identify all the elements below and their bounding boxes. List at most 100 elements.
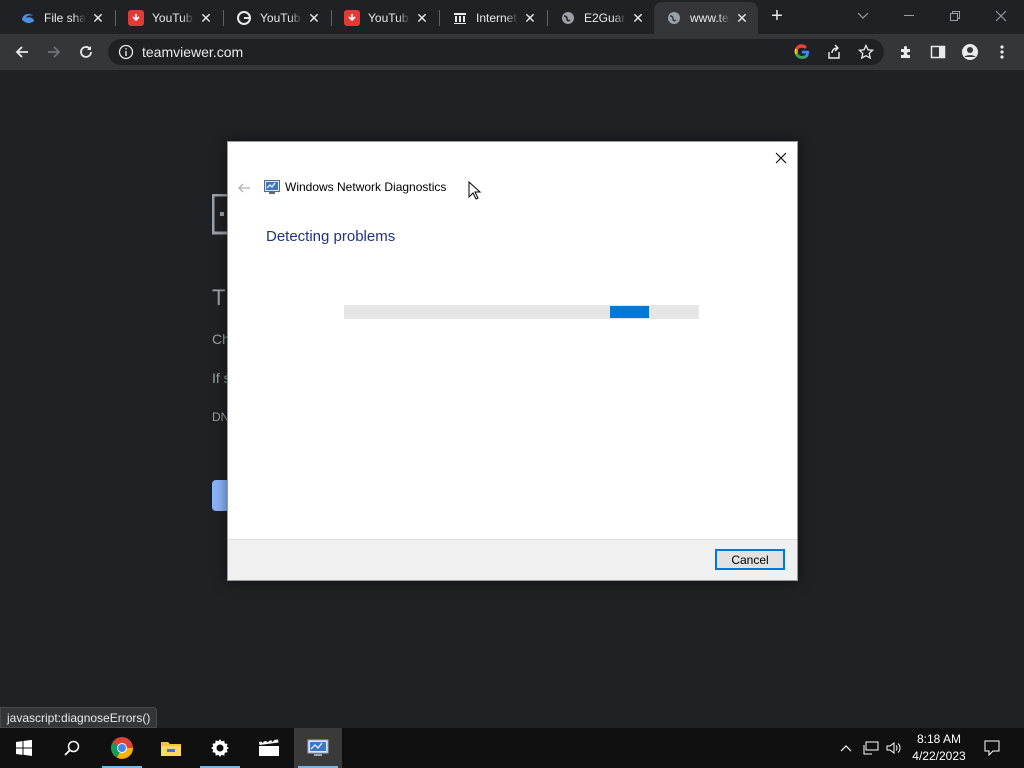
google-icon bbox=[236, 10, 252, 26]
tab-e2guardian[interactable]: E2Guardian ✕ bbox=[548, 4, 654, 32]
search-icon bbox=[64, 740, 80, 756]
file-explorer-icon bbox=[161, 742, 181, 756]
tab-title: File sharing bbox=[44, 11, 86, 25]
progress-marquee-chunk bbox=[610, 306, 649, 318]
google-icon bbox=[794, 44, 809, 59]
clock-date: 4/22/2023 bbox=[912, 749, 966, 763]
menu-button[interactable] bbox=[988, 38, 1016, 66]
clock-time: 8:18 AM bbox=[916, 732, 962, 746]
close-tab-icon[interactable]: ✕ bbox=[306, 10, 322, 27]
dialog-heading: Detecting problems bbox=[266, 228, 396, 245]
tab-title: E2Guardian bbox=[584, 11, 626, 25]
tab-youtube-1[interactable]: YouTube ✕ bbox=[116, 4, 222, 32]
tab-title: YouTube bbox=[368, 11, 410, 25]
taskbar-file-explorer[interactable] bbox=[147, 728, 195, 768]
minimize-icon bbox=[904, 15, 914, 16]
dialog-close-button[interactable] bbox=[771, 148, 791, 168]
tab-strip: File sharing ✕ YouTube ✕ YouTube ✕ YouTu… bbox=[0, 0, 1024, 34]
tab-file-sharing[interactable]: File sharing ✕ bbox=[8, 4, 114, 32]
reload-icon bbox=[80, 46, 92, 58]
forward-arrow-icon bbox=[48, 46, 61, 58]
more-vert-icon bbox=[1000, 45, 1004, 59]
network-diagnostics-dialog: Windows Network Diagnostics Detecting pr… bbox=[227, 141, 798, 581]
tab-internet-archive[interactable]: Internet ✕ bbox=[440, 4, 546, 32]
tab-youtube-2[interactable]: YouTube ✕ bbox=[224, 4, 330, 32]
edge-blue-icon bbox=[20, 10, 36, 26]
dialog-title: Windows Network Diagnostics bbox=[285, 180, 447, 194]
tab-youtube-3[interactable]: YouTube ✕ bbox=[332, 4, 438, 32]
restore-icon bbox=[950, 11, 960, 21]
close-tab-icon[interactable]: ✕ bbox=[630, 10, 646, 27]
close-tab-icon[interactable]: ✕ bbox=[522, 10, 538, 27]
download-red-icon bbox=[128, 10, 144, 26]
restore-button[interactable] bbox=[932, 0, 978, 32]
network-tray-button[interactable] bbox=[860, 728, 882, 768]
taskbar-network-diagnostics[interactable] bbox=[294, 728, 342, 768]
side-panel-button[interactable] bbox=[924, 38, 952, 66]
chrome-icon bbox=[111, 737, 133, 759]
network-diagnostics-icon bbox=[307, 739, 329, 756]
tab-search-button[interactable] bbox=[840, 0, 886, 32]
error-title: T bbox=[212, 285, 226, 310]
tab-title: YouTube bbox=[152, 11, 194, 25]
details-button[interactable] bbox=[212, 480, 228, 511]
tab-teamviewer[interactable]: www.teamviewer.com ✕ bbox=[654, 2, 758, 34]
notification-icon bbox=[984, 740, 1000, 756]
reload-button[interactable] bbox=[72, 38, 100, 66]
tab-title: YouTube bbox=[260, 11, 302, 25]
show-hidden-icons-button[interactable] bbox=[836, 728, 856, 768]
volume-button[interactable] bbox=[884, 728, 904, 768]
close-tab-icon[interactable]: ✕ bbox=[90, 10, 106, 27]
share-button[interactable] bbox=[820, 38, 848, 66]
info-icon[interactable] bbox=[118, 44, 134, 60]
tab-title: www.teamviewer.com bbox=[690, 11, 730, 25]
error-page-icon bbox=[212, 194, 228, 235]
share-icon bbox=[828, 44, 840, 59]
archive-icon bbox=[452, 10, 468, 26]
network-wired-icon bbox=[863, 741, 879, 755]
status-bubble: javascript:diagnoseErrors() bbox=[0, 707, 158, 728]
mouse-cursor-icon bbox=[468, 181, 482, 200]
tab-title: Internet bbox=[476, 11, 517, 25]
bookmark-button[interactable] bbox=[852, 38, 880, 66]
address-bar[interactable]: teamviewer.com bbox=[108, 39, 884, 65]
forward-button[interactable] bbox=[40, 38, 68, 66]
start-button[interactable] bbox=[0, 728, 48, 768]
taskbar-settings[interactable] bbox=[196, 728, 244, 768]
extensions-button[interactable] bbox=[892, 38, 920, 66]
star-icon bbox=[858, 44, 874, 60]
close-tab-icon[interactable]: ✕ bbox=[734, 10, 750, 27]
profile-button[interactable] bbox=[956, 38, 984, 66]
windows-start-icon bbox=[16, 740, 32, 756]
clapperboard-icon bbox=[259, 739, 279, 756]
speaker-icon bbox=[886, 742, 901, 754]
taskbar-video-editor[interactable] bbox=[245, 728, 293, 768]
progress-bar bbox=[344, 305, 699, 319]
chevron-down-icon bbox=[857, 12, 869, 19]
download-red-icon bbox=[344, 10, 360, 26]
close-tab-icon[interactable]: ✕ bbox=[198, 10, 214, 27]
dialog-footer: Cancel bbox=[228, 539, 797, 580]
close-icon bbox=[995, 10, 1007, 22]
google-lens-button[interactable] bbox=[788, 38, 816, 66]
profile-avatar-icon bbox=[962, 44, 978, 60]
side-panel-icon bbox=[930, 45, 946, 59]
globe-icon bbox=[666, 10, 682, 26]
search-button[interactable] bbox=[48, 728, 96, 768]
new-tab-button[interactable]: + bbox=[766, 6, 788, 28]
back-arrow-icon bbox=[15, 46, 28, 58]
action-center-button[interactable] bbox=[978, 728, 1006, 768]
windows-taskbar: 8:18 AM 4/22/2023 bbox=[0, 728, 1024, 768]
close-tab-icon[interactable]: ✕ bbox=[414, 10, 430, 27]
taskbar-chrome[interactable] bbox=[98, 728, 146, 768]
globe-icon bbox=[560, 10, 576, 26]
puzzle-icon bbox=[901, 46, 910, 58]
minimize-button[interactable] bbox=[886, 0, 932, 32]
taskbar-clock[interactable]: 8:18 AM 4/22/2023 bbox=[906, 731, 972, 765]
back-button[interactable] bbox=[8, 38, 36, 66]
back-arrow-icon[interactable] bbox=[236, 180, 252, 196]
network-diagnostics-icon bbox=[264, 180, 280, 194]
settings-gear-icon bbox=[211, 739, 229, 757]
cancel-button[interactable]: Cancel bbox=[715, 549, 785, 570]
close-window-button[interactable] bbox=[978, 0, 1024, 32]
